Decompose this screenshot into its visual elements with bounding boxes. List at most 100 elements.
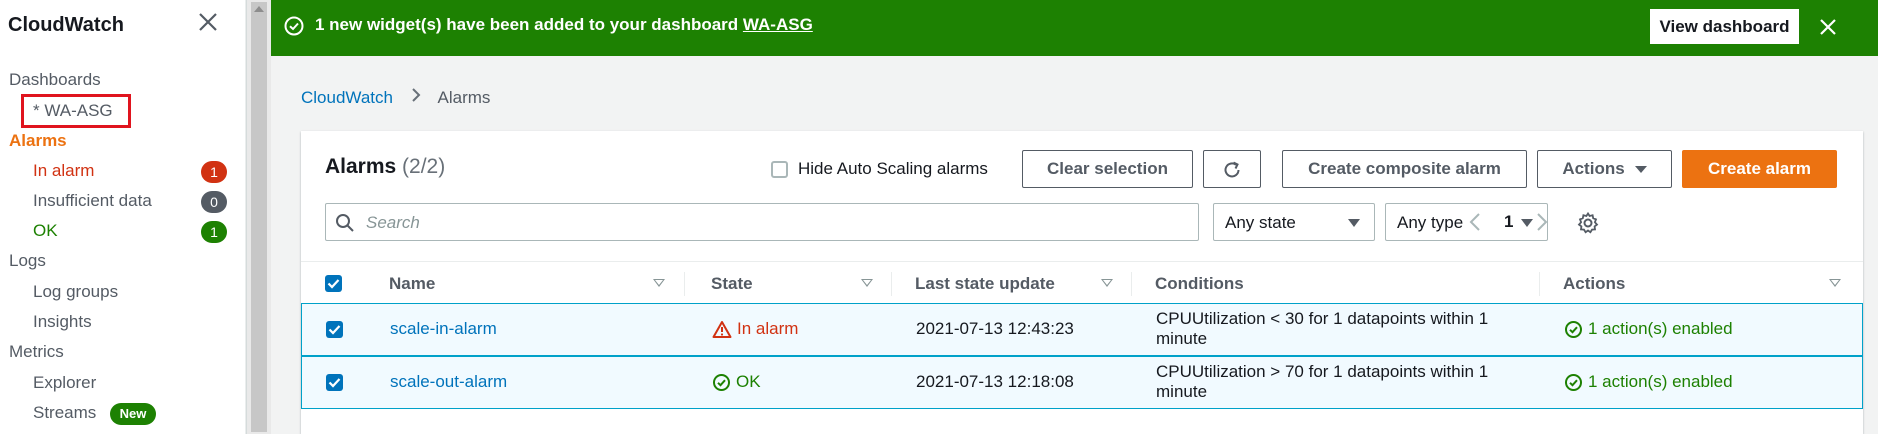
success-flash-bar: 1 new widget(s) have been added to your … [271,0,1878,56]
sidebar-item-log-groups[interactable]: Log groups [33,282,118,302]
ok-count-badge: 1 [201,221,227,243]
insufficient-count-badge: 0 [201,191,227,213]
breadcrumb-alarms: Alarms [437,88,491,107]
dismiss-flash-icon[interactable] [1817,16,1839,38]
chevron-right-icon[interactable] [1529,210,1553,234]
check-circle-icon [713,373,730,391]
page-number[interactable]: 1 [1504,212,1513,232]
alarms-table-panel: Alarms (2/2) Hide Auto Scaling alarms Cl… [301,131,1863,434]
sidebar-item-metrics[interactable]: Metrics [9,342,64,362]
flash-message: 1 new widget(s) have been added to your … [315,15,813,35]
alarm-name-link[interactable]: scale-out-alarm [390,372,507,392]
breadcrumb-cloudwatch[interactable]: CloudWatch [301,88,393,107]
state-filter-value: Any state [1225,213,1296,232]
sidebar-item-ok[interactable]: OK [33,221,58,241]
refresh-icon [1224,161,1240,178]
actions-status-text: 1 action(s) enabled [1588,319,1733,338]
alarm-name-link[interactable]: scale-in-alarm [390,319,497,339]
column-divider [1131,272,1132,296]
sidebar-item-alarms[interactable]: Alarms [9,131,67,151]
table-row[interactable]: scale-out-alarm OK 2021-07-13 12:18:08 C… [301,356,1863,409]
sidebar-item-insights[interactable]: Insights [33,312,92,332]
hide-auto-scaling-checkbox[interactable] [771,160,788,178]
flash-dashboard-link[interactable]: WA-ASG [743,15,813,34]
scroll-up-icon[interactable] [254,6,264,12]
warning-icon [712,320,732,338]
new-badge: New [110,403,156,425]
state-filter-select[interactable]: Any state [1213,203,1375,241]
create-composite-alarm-button[interactable]: Create composite alarm [1282,150,1527,188]
sidebar-item-in-alarm[interactable]: In alarm [33,161,94,181]
sidebar: CloudWatch Dashboards * WA-ASG Alarms In… [0,0,246,434]
clear-selection-button[interactable]: Clear selection [1022,150,1193,188]
column-header-last-state-update[interactable]: Last state update [915,274,1055,294]
sort-icon[interactable] [653,279,665,287]
checkmark-icon [328,378,341,388]
type-filter-value: Any type [1397,213,1464,232]
flash-message-text: 1 new widget(s) have been added to your … [315,15,743,34]
checkmark-icon [328,325,341,335]
column-divider [1539,272,1540,296]
sort-icon[interactable] [1101,279,1113,287]
sort-icon[interactable] [861,279,873,287]
alarm-state: OK [712,372,761,392]
alarm-count: (2/2) [402,155,446,178]
check-circle-icon [1565,373,1582,391]
last-state-update: 2021-07-13 12:43:23 [916,319,1074,338]
column-header-actions: Actions [1563,274,1626,293]
pagination: 1 [1464,210,1553,234]
search-icon [336,214,354,232]
sidebar-item-explorer[interactable]: Explorer [33,373,96,393]
alarm-state: In alarm [712,319,798,339]
state-text: OK [736,372,761,391]
chevron-right-icon [410,87,422,108]
column-header-state[interactable]: State [711,274,753,294]
checkmark-icon [327,279,340,289]
hide-auto-scaling-toggle[interactable]: Hide Auto Scaling alarms [771,159,988,179]
chevron-left-icon[interactable] [1464,210,1488,234]
alarm-conditions: CPUUtilization > 70 for 1 datapoints wit… [1156,362,1489,401]
sidebar-title: CloudWatch [8,14,124,36]
column-header-name[interactable]: Name [389,274,435,294]
gear-icon[interactable] [1576,211,1600,235]
alarm-conditions: CPUUtilization < 30 for 1 datapoints wit… [1156,309,1489,348]
row-checkbox[interactable] [326,321,343,338]
view-dashboard-button[interactable]: View dashboard [1650,9,1799,44]
row-checkbox[interactable] [326,374,343,391]
caret-down-icon [1348,219,1360,227]
sidebar-item-streams[interactable]: Streams [33,403,96,423]
column-header-conditions: Conditions [1155,274,1244,293]
search-placeholder: Search [366,213,420,232]
in-alarm-count-badge: 1 [201,161,227,183]
table-row[interactable]: scale-in-alarm In alarm 2021-07-13 12:43… [301,303,1863,356]
panel-title-text: Alarms [325,155,397,178]
column-divider [891,272,892,296]
breadcrumb: CloudWatch Alarms [301,87,490,108]
actions-label: Actions [1562,159,1625,178]
column-divider [684,272,685,296]
sidebar-item-wa-asg[interactable]: * WA-ASG [33,101,113,121]
refresh-button[interactable] [1203,150,1261,188]
alarm-actions-status: 1 action(s) enabled [1564,372,1733,392]
close-icon[interactable] [196,10,220,34]
panel-title: Alarms (2/2) [325,155,445,179]
search-input[interactable]: Search [325,203,1199,241]
alarm-actions-status: 1 action(s) enabled [1564,319,1733,339]
sidebar-item-logs[interactable]: Logs [9,251,46,271]
create-alarm-button[interactable]: Create alarm [1682,150,1837,188]
select-all-checkbox[interactable] [325,275,342,292]
sidebar-scrollbar[interactable] [246,0,271,434]
check-circle-icon [284,16,304,36]
hide-auto-scaling-label: Hide Auto Scaling alarms [798,159,988,178]
sidebar-item-insufficient-data[interactable]: Insufficient data [33,191,152,211]
last-state-update: 2021-07-13 12:18:08 [916,372,1074,391]
caret-down-icon [1634,166,1647,174]
sort-icon[interactable] [1829,279,1841,287]
actions-status-text: 1 action(s) enabled [1588,372,1733,391]
state-text: In alarm [737,319,799,338]
check-circle-icon [1565,320,1582,338]
scrollbar-thumb[interactable] [251,2,267,432]
actions-dropdown-button[interactable]: Actions [1537,150,1672,188]
sidebar-item-dashboards[interactable]: Dashboards [9,70,101,90]
table-header: Name State Last state update Conditions … [301,261,1863,304]
